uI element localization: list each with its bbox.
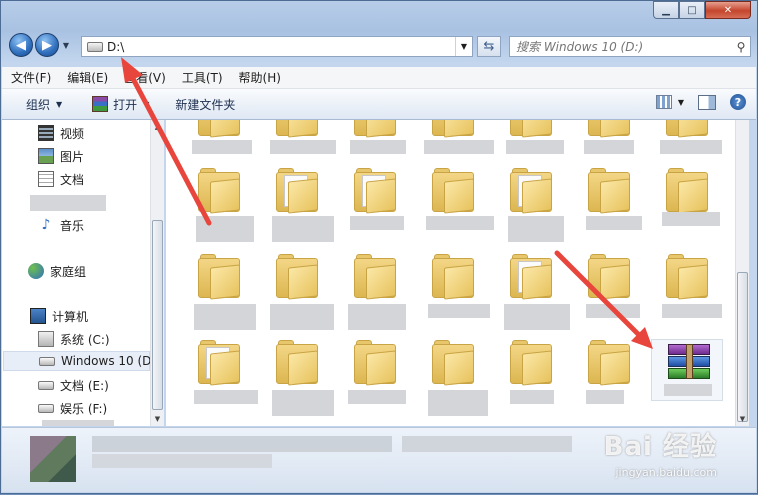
annotation-arrows: [121, 57, 653, 349]
explorer-window: ▁ □ ✕ ◀ ▶ ▼ D:\ ▼ ⇆ ⚲ 文件(F) 编辑(E) 查看(V) …: [0, 0, 758, 494]
arrow-to-rar-file: [554, 250, 653, 349]
baidu-watermark: Bai 经验: [603, 432, 717, 462]
arrow-to-address-bar: [121, 57, 212, 226]
baidu-watermark-url: jingyan.baidu.com: [615, 466, 717, 479]
